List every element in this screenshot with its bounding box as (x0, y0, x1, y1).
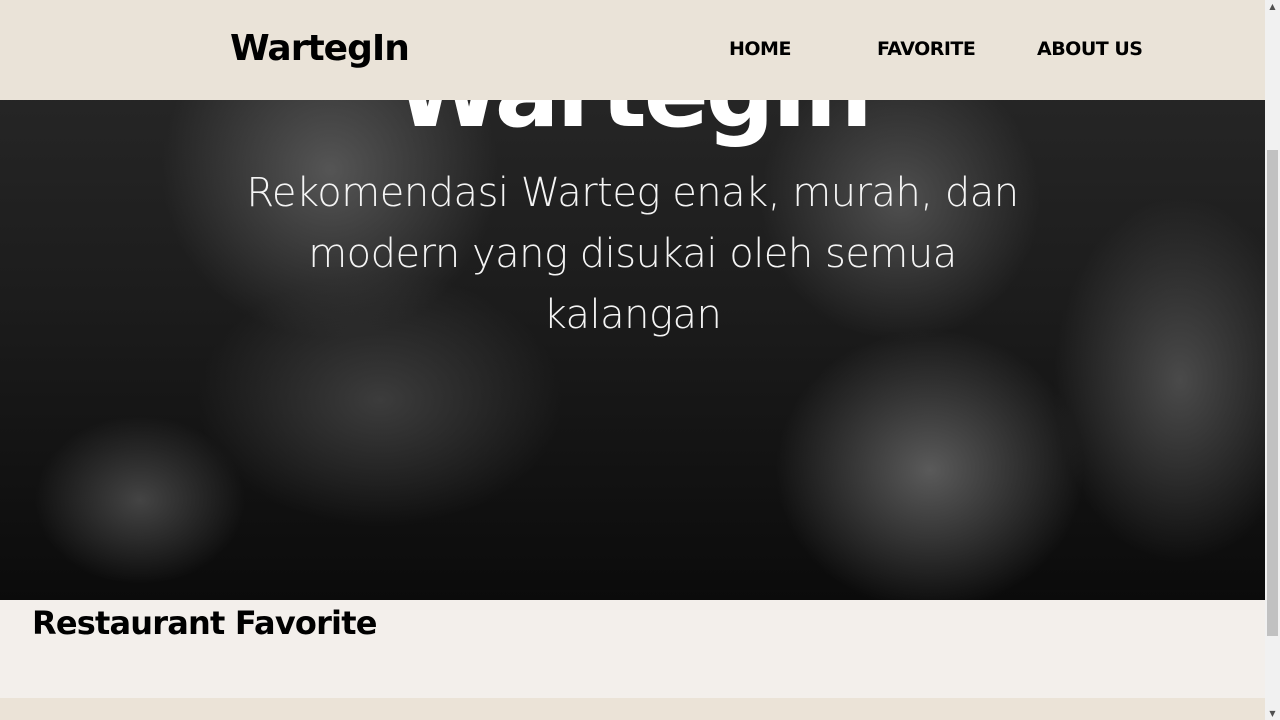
logo[interactable]: WartegIn (230, 28, 410, 69)
scrollbar[interactable]: ▲ ▼ (1265, 0, 1280, 720)
site-header: WartegIn HOME FAVORITE ABOUT US (0, 0, 1265, 100)
nav-about-us[interactable]: ABOUT US (1037, 38, 1143, 60)
page: WartegIn Rekomendasi Warteg enak, murah,… (0, 0, 1265, 720)
section-title: Restaurant Favorite (32, 604, 377, 642)
nav-home[interactable]: HOME (729, 38, 791, 60)
next-section (0, 698, 1265, 720)
scroll-up-icon[interactable]: ▲ (1265, 2, 1280, 11)
favorite-section: Restaurant Favorite (0, 600, 1265, 698)
nav-favorite[interactable]: FAVORITE (877, 38, 976, 60)
scrollbar-thumb[interactable] (1267, 150, 1278, 636)
scroll-down-icon[interactable]: ▼ (1265, 709, 1280, 718)
hero-subtitle: Rekomendasi Warteg enak, murah, dan mode… (246, 170, 1019, 338)
